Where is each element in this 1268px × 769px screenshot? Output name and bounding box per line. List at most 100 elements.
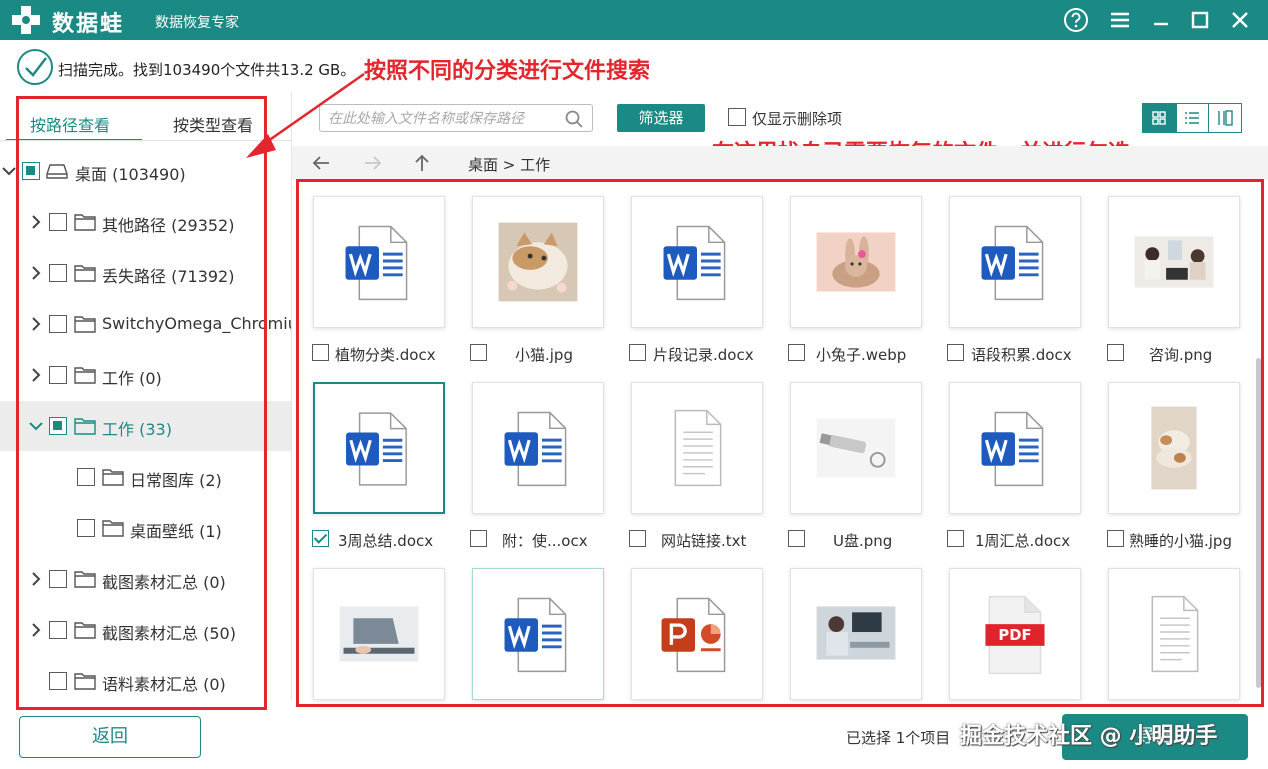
tree-item-label: 丢失路径 (71392) <box>102 267 235 286</box>
file-card[interactable] <box>1108 568 1240 700</box>
deleted-only-checkbox[interactable] <box>728 108 746 126</box>
file-name: 3周总结.docx <box>338 532 434 550</box>
file-checkbox[interactable] <box>470 530 487 547</box>
chevron-right-icon[interactable] <box>29 214 43 230</box>
file-card[interactable] <box>472 196 604 328</box>
app-subtitle: 数据恢复专家 <box>155 15 239 31</box>
file-checkbox[interactable] <box>312 344 329 361</box>
file-card[interactable] <box>790 568 922 700</box>
file-card[interactable] <box>949 196 1081 328</box>
tree-item-corpus[interactable]: 语料素材汇总 (0) <box>0 656 291 700</box>
chevron-right-icon[interactable] <box>29 367 43 383</box>
text-file-icon <box>674 409 722 487</box>
tree-checkbox[interactable] <box>49 672 67 690</box>
file-checkbox[interactable] <box>312 530 329 547</box>
file-checkbox[interactable] <box>629 344 646 361</box>
tree-item-lost-paths[interactable]: 丢失路径 (71392) <box>0 248 291 298</box>
grid-scrollbar[interactable] <box>1256 358 1261 688</box>
tree-item-screenshot-0[interactable]: 截图素材汇总 (0) <box>0 554 291 604</box>
tree-item-wallpaper[interactable]: 桌面壁纸 (1) <box>0 503 291 553</box>
file-checkbox[interactable] <box>1107 530 1124 547</box>
minimize-icon[interactable] <box>1146 5 1176 35</box>
tree-checkbox[interactable] <box>49 315 67 333</box>
tree-checkbox[interactable] <box>49 264 67 282</box>
folder-icon <box>74 622 96 639</box>
filter-button[interactable]: 筛选器 <box>617 104 705 132</box>
folder-icon <box>74 571 96 588</box>
file-checkbox[interactable] <box>788 530 805 547</box>
file-checkbox[interactable] <box>470 344 487 361</box>
kittens-photo-thumbnail <box>1151 406 1197 490</box>
tree-item-label: 截图素材汇总 (50) <box>102 624 236 643</box>
tree-checkbox[interactable] <box>22 162 40 180</box>
tree-item-daily-gallery[interactable]: 日常图库 (2) <box>0 452 291 502</box>
chevron-right-icon[interactable] <box>29 265 43 281</box>
folder-icon <box>102 520 124 537</box>
office-photo-thumbnail <box>816 606 896 660</box>
chevron-right-icon[interactable] <box>29 316 43 332</box>
chevron-right-icon[interactable] <box>29 571 43 587</box>
chevron-down-icon[interactable] <box>29 418 43 434</box>
tree-checkbox[interactable] <box>49 621 67 639</box>
file-card[interactable] <box>631 382 763 514</box>
file-card[interactable] <box>472 382 604 514</box>
selection-count: 已选择 1个项目 <box>846 729 951 747</box>
svg-text:PDF: PDF <box>998 627 1031 644</box>
file-name: U盘.png <box>833 532 893 550</box>
file-card[interactable] <box>790 196 922 328</box>
list-view-icon[interactable] <box>1175 104 1209 132</box>
file-card[interactable] <box>1108 196 1240 328</box>
file-checkbox[interactable] <box>788 344 805 361</box>
tree-checkbox[interactable] <box>49 213 67 231</box>
file-checkbox[interactable] <box>947 344 964 361</box>
tree-item-label: 日常图库 (2) <box>130 471 222 490</box>
file-name: 1周汇总.docx <box>975 532 1071 550</box>
file-card[interactable] <box>313 196 445 328</box>
up-arrow-icon[interactable] <box>411 152 433 174</box>
consulting-photo-thumbnail <box>1134 236 1214 288</box>
annotation-arrow-icon <box>246 72 365 158</box>
grid-view-icon[interactable] <box>1143 104 1176 132</box>
tree-checkbox[interactable] <box>49 417 67 435</box>
close-icon[interactable] <box>1225 5 1255 35</box>
tree-item-screenshot-50[interactable]: 截图素材汇总 (50) <box>0 605 291 655</box>
folder-icon <box>102 469 124 486</box>
file-card[interactable] <box>790 382 922 514</box>
tree-item-work-0[interactable]: 工作 (0) <box>0 350 291 400</box>
tree-checkbox[interactable] <box>49 570 67 588</box>
tab-by-path[interactable]: 按路径查看 <box>30 112 110 136</box>
tree-checkbox[interactable] <box>49 366 67 384</box>
tree-checkbox[interactable] <box>77 468 95 486</box>
file-name: 网站链接.txt <box>661 532 747 550</box>
word-file-icon <box>663 225 726 301</box>
search-icon[interactable] <box>564 109 584 129</box>
file-card[interactable] <box>631 568 763 700</box>
back-button[interactable]: 返回 <box>19 716 201 758</box>
annotation-category-search: 按照不同的分类进行文件搜索 <box>364 59 651 84</box>
help-icon[interactable] <box>1061 5 1091 35</box>
navigation-bar: 桌面 > 工作 <box>292 146 1268 180</box>
menu-icon[interactable] <box>1105 5 1135 35</box>
chevron-right-icon[interactable] <box>29 622 43 638</box>
file-checkbox[interactable] <box>629 530 646 547</box>
file-card[interactable] <box>631 196 763 328</box>
file-card[interactable] <box>949 382 1081 514</box>
detail-view-icon[interactable] <box>1208 104 1241 132</box>
maximize-icon[interactable] <box>1185 5 1215 35</box>
word-file-icon <box>346 412 407 486</box>
file-checkbox[interactable] <box>947 530 964 547</box>
tree-item-switchyomega[interactable]: SwitchyOmega_Chromium <box>0 299 291 349</box>
file-card[interactable]: PDF <box>949 568 1081 700</box>
file-card[interactable] <box>472 568 604 700</box>
powerpoint-file-icon <box>661 597 726 673</box>
tree-item-other-paths[interactable]: 其他路径 (29352) <box>0 197 291 247</box>
file-card[interactable] <box>1108 382 1240 514</box>
file-card[interactable] <box>313 568 445 700</box>
watermark: 掘金技术社区 @ 小明助手 <box>960 724 1218 749</box>
tree-item-work-33[interactable]: 工作 (33) <box>0 401 291 451</box>
tree-checkbox[interactable] <box>77 519 95 537</box>
file-checkbox[interactable] <box>1107 344 1124 361</box>
folder-icon <box>74 214 96 231</box>
file-card[interactable] <box>313 382 445 514</box>
chevron-down-icon[interactable] <box>2 163 16 179</box>
